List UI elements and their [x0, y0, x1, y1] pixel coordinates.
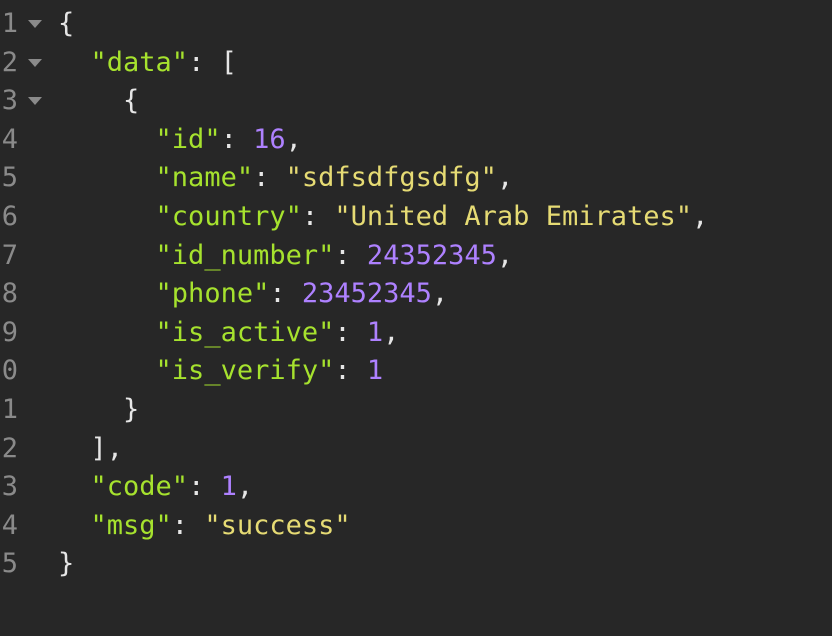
- colon: :: [334, 239, 367, 271]
- gutter-line[interactable]: 1: [0, 5, 46, 44]
- gutter-line: 13: [0, 468, 46, 507]
- comma: ,: [431, 278, 449, 310]
- line-number: 6: [1, 200, 18, 232]
- code-line: }: [58, 545, 832, 584]
- json-key: "phone": [155, 278, 270, 310]
- line-number: 2: [1, 46, 18, 78]
- colon: :: [220, 123, 254, 155]
- json-number-value: 1: [366, 316, 384, 348]
- code-line: "msg": "success": [58, 507, 832, 546]
- comma: ,: [496, 239, 514, 271]
- code-line: "name": "sdfsdfgsdfg",: [58, 159, 832, 198]
- caret-down-icon[interactable]: [28, 58, 42, 67]
- json-number-value: 1: [220, 471, 237, 503]
- gutter-line[interactable]: 2: [0, 44, 46, 83]
- json-key: "code": [90, 471, 189, 503]
- gutter-line: 7: [0, 237, 46, 276]
- brace-close: }: [58, 548, 75, 580]
- bracket-close: ],: [90, 432, 124, 464]
- json-string-value: "United Arab Emirates": [334, 200, 692, 232]
- line-number: 9: [1, 316, 18, 348]
- colon: :: [334, 355, 367, 387]
- gutter-line: 4: [0, 121, 46, 160]
- json-key: "id_number": [155, 239, 335, 271]
- line-number-gutter: 1 2 3 4 5 6 7 8 9 10 11 12 13 14 15: [0, 5, 46, 584]
- comma: ,: [692, 200, 709, 232]
- brace-open: {: [123, 85, 140, 117]
- gutter-line: 6: [0, 198, 46, 237]
- code-line: }: [58, 391, 832, 430]
- line-number: 5: [1, 162, 18, 194]
- line-number: 11: [0, 393, 18, 425]
- json-key: "msg": [90, 509, 172, 541]
- line-number: 1: [1, 8, 18, 39]
- code-line: ],: [58, 430, 832, 469]
- json-key: "data": [90, 46, 189, 78]
- colon: :: [269, 278, 302, 310]
- json-key: "is_active": [155, 316, 335, 348]
- caret-down-icon[interactable]: [28, 97, 42, 106]
- line-number: 10: [0, 355, 18, 387]
- code-line: "id_number": 24352345,: [58, 237, 832, 276]
- colon: :: [253, 162, 286, 194]
- code-line: "phone": 23452345,: [58, 275, 832, 314]
- json-key: "is_verify": [155, 355, 335, 387]
- code-line: "id": 16,: [58, 121, 832, 160]
- json-number-value: 16: [253, 123, 286, 155]
- json-number-value: 23452345: [301, 278, 432, 310]
- json-key: "name": [155, 162, 254, 194]
- caret-down-icon[interactable]: [28, 20, 42, 28]
- colon: :: [334, 316, 367, 348]
- colon: :: [171, 509, 205, 541]
- code-line: "data": [: [58, 44, 832, 83]
- colon: :: [301, 200, 335, 232]
- gutter-line: 5: [0, 159, 46, 198]
- code-line: "is_verify": 1: [58, 352, 832, 391]
- gutter-line: 15: [0, 545, 46, 584]
- comma: ,: [236, 471, 254, 503]
- line-number: 7: [1, 239, 18, 271]
- line-number: 15: [0, 548, 18, 580]
- json-key: "id": [155, 123, 221, 155]
- code-line: "code": 1,: [58, 468, 832, 507]
- line-number: 4: [1, 123, 18, 155]
- gutter-line: 11: [0, 391, 46, 430]
- line-number: 12: [0, 432, 18, 464]
- code-line: {: [58, 5, 832, 44]
- brace-open: {: [58, 8, 75, 39]
- colon: :: [188, 471, 221, 503]
- json-string-value: "success": [204, 509, 351, 541]
- json-viewer: 1 2 3 4 5 6 7 8 9 10 11 12 13 14 15 { "d…: [0, 0, 832, 636]
- code-line: "country": "United Arab Emirates",: [58, 198, 832, 237]
- gutter-line: 14: [0, 507, 46, 546]
- json-key: "country": [155, 200, 302, 232]
- gutter-line[interactable]: 3: [0, 82, 46, 121]
- brace-close: }: [123, 393, 140, 425]
- gutter-line: 10: [0, 352, 46, 391]
- comma: ,: [496, 162, 514, 194]
- line-number: 8: [1, 278, 18, 310]
- json-number-value: 1: [366, 355, 384, 387]
- colon: :: [188, 46, 221, 78]
- line-number: 14: [0, 509, 18, 541]
- gutter-line: 9: [0, 314, 46, 353]
- json-string-value: "sdfsdfgsdfg": [285, 162, 497, 194]
- comma: ,: [383, 316, 400, 348]
- gutter-line: 12: [0, 430, 46, 469]
- code-line: {: [58, 82, 832, 121]
- code-line: "is_active": 1,: [58, 314, 832, 353]
- line-number: 13: [0, 471, 18, 503]
- bracket-open: [: [220, 46, 237, 78]
- line-number: 3: [1, 85, 18, 117]
- gutter-line: 8: [0, 275, 46, 314]
- comma: ,: [285, 123, 302, 155]
- code-area[interactable]: { "data": [ { "id": 16, "name": "sdfsdfg…: [58, 5, 832, 584]
- json-number-value: 24352345: [366, 239, 497, 271]
